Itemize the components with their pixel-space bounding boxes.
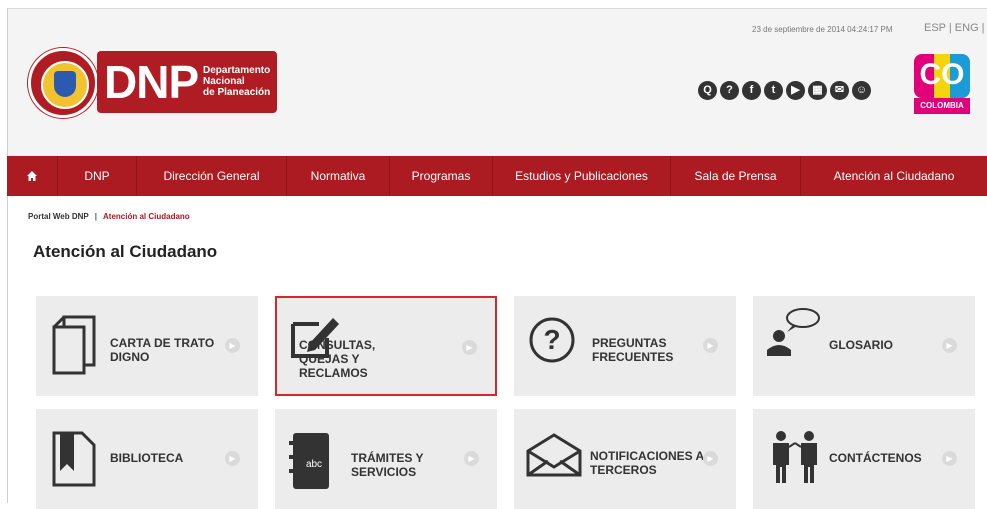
card-notificaciones-terceros[interactable]: NOTIFICACIONES A TERCEROS ▶ bbox=[514, 409, 736, 509]
window-top-strip bbox=[0, 0, 987, 8]
co-mark: CO bbox=[914, 54, 970, 98]
colombia-brand-logo[interactable]: CO COLOMBIA bbox=[914, 54, 970, 114]
svg-text:?: ? bbox=[543, 324, 560, 355]
nav-atencion-ciudadano[interactable]: Atención al Ciudadano bbox=[801, 156, 987, 196]
arrow-right-icon[interactable]: ▶ bbox=[225, 338, 240, 353]
card-label: TRÁMITES Y SERVICIOS bbox=[351, 451, 424, 479]
speech-person-icon bbox=[767, 308, 820, 356]
co-letters: CO bbox=[919, 58, 965, 91]
seal-shield bbox=[41, 61, 89, 109]
card-label: NOTIFICACIONES A TERCEROS bbox=[590, 449, 705, 477]
breadcrumb-root[interactable]: Portal Web DNP bbox=[28, 212, 89, 221]
language-switcher[interactable]: ESP | ENG | bbox=[924, 22, 985, 34]
nav-normativa[interactable]: Normativa bbox=[287, 156, 390, 196]
nav-sala-prensa[interactable]: Sala de Prensa bbox=[671, 156, 801, 196]
arrow-right-icon[interactable]: ▶ bbox=[703, 338, 718, 353]
home-icon bbox=[27, 171, 37, 181]
card-label: CONTÁCTENOS bbox=[829, 451, 922, 465]
sitemap-icon[interactable]: ▦ bbox=[808, 81, 827, 100]
arrow-right-icon[interactable]: ▶ bbox=[942, 451, 957, 466]
card-consultas-quejas-reclamos[interactable]: CONSULTAS, QUEJAS Y RECLAMOS ▶ bbox=[275, 296, 497, 396]
card-preguntas-frecuentes[interactable]: ? PREGUNTAS FRECUENTES ▶ bbox=[514, 296, 736, 396]
people-icon bbox=[773, 431, 817, 483]
card-glosario[interactable]: GLOSARIO ▶ bbox=[753, 296, 975, 396]
card-carta-trato-digno[interactable]: CARTA DE TRATO DIGNO ▶ bbox=[36, 296, 258, 396]
card-label: GLOSARIO bbox=[829, 338, 894, 352]
social-icons: Q ? f t ▶ ▦ ✉ ☺ bbox=[698, 81, 871, 100]
card-biblioteca[interactable]: BIBLIOTECA ▶ bbox=[36, 409, 258, 509]
card-contactenos[interactable]: CONTÁCTENOS ▶ bbox=[753, 409, 975, 509]
help-icon[interactable]: ? bbox=[720, 81, 739, 100]
card-label: CONSULTAS, QUEJAS Y RECLAMOS bbox=[299, 338, 376, 380]
youtube-icon[interactable]: ▶ bbox=[786, 81, 805, 100]
mail-icon[interactable]: ✉ bbox=[830, 81, 849, 100]
left-border bbox=[7, 8, 8, 503]
arrow-right-icon[interactable]: ▶ bbox=[464, 451, 479, 466]
card-label: BIBLIOTECA bbox=[110, 451, 184, 465]
co-word: COLOMBIA bbox=[914, 98, 970, 114]
dnp-logo-name: Departamento Nacional de Planeación bbox=[203, 65, 271, 98]
nav-programas[interactable]: Programas bbox=[390, 156, 493, 196]
dnp-logo-abbr: DNP bbox=[104, 56, 199, 108]
arrow-right-icon[interactable]: ▶ bbox=[703, 451, 718, 466]
documents-icon bbox=[52, 315, 96, 375]
nav-estudios-publicaciones[interactable]: Estudios y Publicaciones bbox=[493, 156, 671, 196]
main-nav: DNP Dirección General Normativa Programa… bbox=[7, 156, 987, 196]
question-icon: ? bbox=[529, 317, 575, 363]
card-label: PREGUNTAS FRECUENTES bbox=[592, 336, 674, 364]
arrow-right-icon[interactable]: ▶ bbox=[225, 451, 240, 466]
facebook-icon[interactable]: f bbox=[742, 81, 761, 100]
bookmark-icon bbox=[52, 431, 96, 487]
arrow-right-icon[interactable]: ▶ bbox=[462, 340, 477, 355]
notebook-text: abc bbox=[306, 459, 322, 470]
search-icon[interactable]: Q bbox=[698, 81, 717, 100]
community-icon[interactable]: ☺ bbox=[852, 81, 871, 100]
colombia-seal-logo[interactable] bbox=[28, 48, 98, 118]
breadcrumb-current[interactable]: Atención al Ciudadano bbox=[103, 212, 190, 221]
nav-home[interactable] bbox=[7, 156, 58, 196]
dnp-logo[interactable]: DNP Departamento Nacional de Planeación bbox=[97, 51, 277, 113]
nav-direccion-general[interactable]: Dirección General bbox=[137, 156, 287, 196]
page-title: Atención al Ciudadano bbox=[33, 242, 218, 261]
date-time: 23 de septiembre de 2014 04:24:17 PM bbox=[752, 25, 893, 34]
envelope-icon bbox=[526, 433, 582, 477]
breadcrumb-separator: | bbox=[94, 212, 97, 221]
notebook-icon: abc bbox=[289, 433, 329, 489]
twitter-icon[interactable]: t bbox=[764, 81, 783, 100]
card-tramites-servicios[interactable]: abc TRÁMITES Y SERVICIOS ▶ bbox=[275, 409, 497, 509]
card-label: CARTA DE TRATO DIGNO bbox=[110, 336, 215, 364]
breadcrumb: Portal Web DNP | Atención al Ciudadano bbox=[28, 212, 190, 221]
nav-dnp[interactable]: DNP bbox=[58, 156, 137, 196]
arrow-right-icon[interactable]: ▶ bbox=[942, 338, 957, 353]
